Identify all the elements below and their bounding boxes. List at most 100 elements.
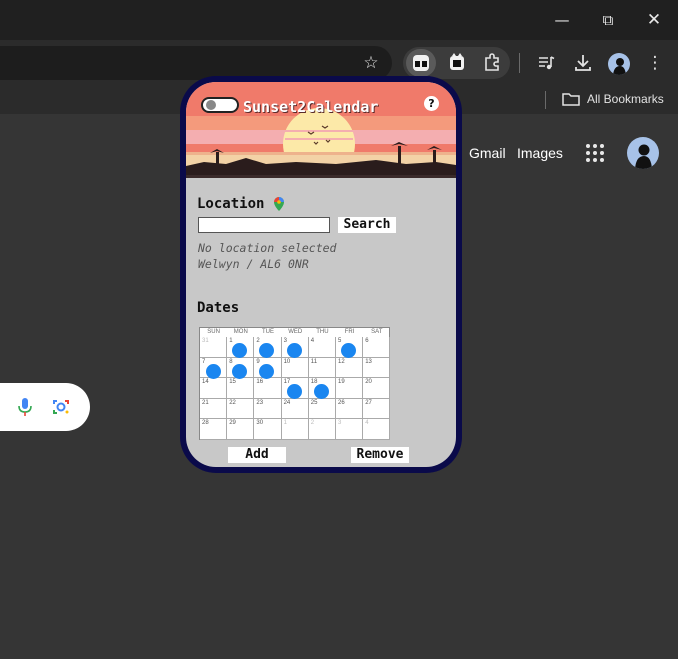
- add-button[interactable]: Add: [228, 447, 286, 463]
- calendar-day[interactable]: 1: [281, 419, 309, 440]
- dates-label: Dates: [197, 300, 240, 316]
- calendar-day[interactable]: 12: [336, 357, 364, 379]
- calendar-day-number: 3: [338, 420, 342, 427]
- kebab-menu-icon[interactable]: ⋮: [643, 52, 667, 74]
- weekday-header: MON: [233, 329, 248, 335]
- minimize-icon[interactable]: —: [539, 8, 585, 32]
- calendar-day[interactable]: 23: [254, 398, 282, 420]
- extension-sunset-icon[interactable]: [406, 49, 436, 77]
- calendar-day-number: 6: [365, 338, 369, 344]
- calendar-day[interactable]: 20: [363, 378, 391, 399]
- selected-date-marker: [286, 343, 302, 358]
- apps-grid-icon[interactable]: [586, 144, 604, 162]
- calendar-day-number: 26: [338, 399, 345, 406]
- images-link[interactable]: Images: [517, 145, 563, 161]
- calendar-day[interactable]: 17: [281, 378, 309, 400]
- folder-icon: [561, 89, 581, 111]
- weekday-header: WED: [288, 329, 303, 335]
- calendar-day[interactable]: 30: [254, 419, 282, 440]
- download-icon[interactable]: [571, 52, 595, 74]
- remove-button[interactable]: Remove: [351, 447, 409, 463]
- toolbar-separator: [519, 53, 520, 73]
- avatar[interactable]: [608, 53, 630, 75]
- calendar-day[interactable]: 4: [363, 419, 391, 440]
- weekday-header: SUN: [207, 329, 220, 335]
- puzzle-icon[interactable]: [481, 52, 505, 74]
- help-icon[interactable]: ?: [424, 96, 439, 111]
- calendar-day[interactable]: 13: [363, 357, 391, 379]
- location-status: No location selected: [198, 241, 337, 255]
- calendar-day[interactable]: 19: [336, 378, 364, 399]
- calendar-day-number: 29: [229, 420, 236, 427]
- location-input[interactable]: [198, 217, 330, 233]
- calendar-day-number: 30: [256, 420, 264, 427]
- extension-popup: Sunset2Calendar ? Location Search No loc…: [180, 76, 462, 473]
- calendar-day[interactable]: 28: [200, 419, 228, 440]
- calendar-day[interactable]: 16: [254, 378, 282, 399]
- sunset-banner: Sunset2Calendar ?: [186, 82, 456, 178]
- calendar-day[interactable]: 2: [308, 419, 336, 440]
- calendar-day[interactable]: 18: [308, 378, 336, 400]
- address-bar[interactable]: [0, 46, 392, 80]
- media-queue-icon[interactable]: [535, 52, 559, 74]
- calendar-day[interactable]: 29: [227, 419, 255, 440]
- calendar-day-number: 7: [202, 358, 206, 365]
- calendar-grid: SUN MON TUE WED THU FRI SAT 31 1 2 3 4 5 6 7 8 9 10 11 12 13…: [199, 327, 391, 440]
- calendar-day[interactable]: 6: [363, 337, 391, 358]
- enable-toggle[interactable]: [201, 97, 239, 113]
- calendar-day[interactable]: 24: [281, 398, 309, 420]
- selected-date-marker: [232, 363, 248, 379]
- calendar-day-number: 20: [365, 379, 372, 386]
- calendar-day-number: 24: [283, 399, 291, 406]
- gmail-link[interactable]: Gmail: [469, 145, 506, 161]
- calendar-day-number: 16: [256, 379, 264, 386]
- account-avatar[interactable]: [627, 137, 659, 169]
- calendar-day-number: 25: [310, 399, 318, 406]
- mic-icon[interactable]: [13, 396, 37, 418]
- calendar-day[interactable]: 7: [200, 357, 228, 379]
- calendar-day-number: 28: [202, 420, 209, 427]
- calendar-day[interactable]: 27: [363, 398, 391, 420]
- close-icon[interactable]: ✕: [631, 8, 677, 32]
- calendar-day[interactable]: 10: [281, 357, 309, 379]
- calendar-day-number: 14: [202, 379, 209, 386]
- calendar-day[interactable]: 8: [227, 357, 255, 379]
- restore-icon[interactable]: ⧉: [585, 8, 631, 32]
- calendar-day[interactable]: 2: [254, 337, 282, 358]
- calendar-day[interactable]: 9: [254, 357, 282, 379]
- calendar-day[interactable]: 5: [336, 337, 364, 358]
- weekday-header: TUE: [261, 329, 274, 335]
- lens-icon[interactable]: [49, 396, 73, 418]
- calendar-day[interactable]: 21: [200, 398, 228, 420]
- calendar-day-number: 10: [283, 358, 291, 365]
- all-bookmarks-link[interactable]: All Bookmarks: [587, 92, 664, 106]
- calendar-day[interactable]: 25: [308, 398, 336, 420]
- search-button[interactable]: Search: [338, 217, 396, 233]
- calendar-day[interactable]: 15: [227, 378, 255, 399]
- calendar-day-number: 15: [229, 379, 236, 386]
- star-icon[interactable]: ☆: [359, 52, 383, 74]
- calendar-day[interactable]: 4: [308, 337, 336, 358]
- calendar-day-number: 27: [365, 399, 372, 406]
- calendar-day[interactable]: 14: [200, 378, 228, 399]
- calendar-day-number: 17: [283, 379, 291, 386]
- calendar-day[interactable]: 26: [336, 398, 364, 420]
- location-value: Welwyn / AL6 0NR: [198, 257, 309, 271]
- location-label: Location: [197, 196, 265, 212]
- weekday-header: FRI: [344, 329, 355, 335]
- calendar-day[interactable]: 11: [308, 357, 336, 379]
- calendar-day[interactable]: 1: [227, 337, 255, 358]
- calendar-day-number: 2: [256, 338, 260, 344]
- extension-cat-icon[interactable]: [445, 52, 469, 74]
- calendar-day-number: 3: [283, 338, 287, 344]
- selected-date-marker: [259, 363, 275, 379]
- calendar-day[interactable]: 22: [227, 398, 255, 420]
- calendar-day[interactable]: 3: [336, 419, 364, 440]
- calendar-day-number: 5: [338, 338, 342, 344]
- calendar-day-number: 4: [310, 338, 315, 344]
- weekday-header: SAT: [371, 329, 383, 335]
- calendar-day-number: 4: [365, 420, 369, 427]
- calendar-day[interactable]: 31: [200, 337, 228, 358]
- app-title: Sunset2Calendar: [243, 98, 379, 116]
- calendar-day[interactable]: 3: [281, 337, 309, 358]
